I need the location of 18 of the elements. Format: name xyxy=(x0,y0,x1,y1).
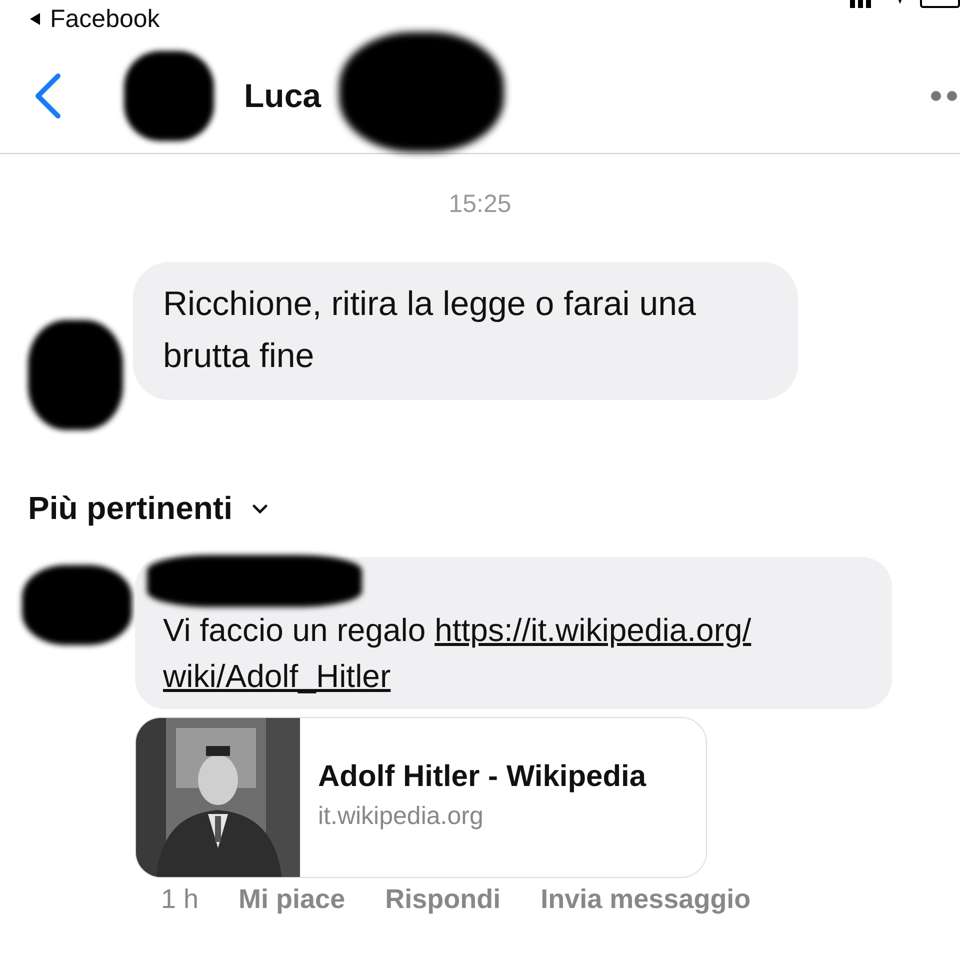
link-preview-card[interactable]: Adolf Hitler - Wikipedia it.wikipedia.org xyxy=(135,717,707,878)
timestamp: 15:25 xyxy=(448,190,512,219)
preview-title: Adolf Hitler - Wikipedia xyxy=(318,760,646,794)
preview-domain: it.wikipedia.org xyxy=(318,802,484,831)
chevron-down-icon[interactable] xyxy=(252,504,268,514)
link[interactable]: wiki/Adolf_Hitler xyxy=(163,658,391,694)
link[interactable]: https://it.wikipedia.org/ xyxy=(434,612,752,648)
contact-name: Luca xyxy=(244,76,322,114)
more-icon[interactable] xyxy=(930,90,960,102)
comment-text: Vi faccio un regalo https://it.wikipedia.org/ wiki/Adolf_Hitler xyxy=(163,611,752,696)
action-link[interactable]: Mi piace xyxy=(238,884,346,915)
action-link[interactable]: Rispondi xyxy=(385,884,501,915)
message-bubble: Ricchione, ritira la legge o farai una brutta fine xyxy=(133,262,798,400)
action-link[interactable]: Invia messaggio xyxy=(540,884,751,915)
comment-time: 1 h xyxy=(161,884,199,915)
back-arrow-icon[interactable] xyxy=(28,12,42,26)
sort-label[interactable]: Più pertinenti xyxy=(28,490,232,527)
back-app-label[interactable]: Facebook xyxy=(50,4,160,34)
